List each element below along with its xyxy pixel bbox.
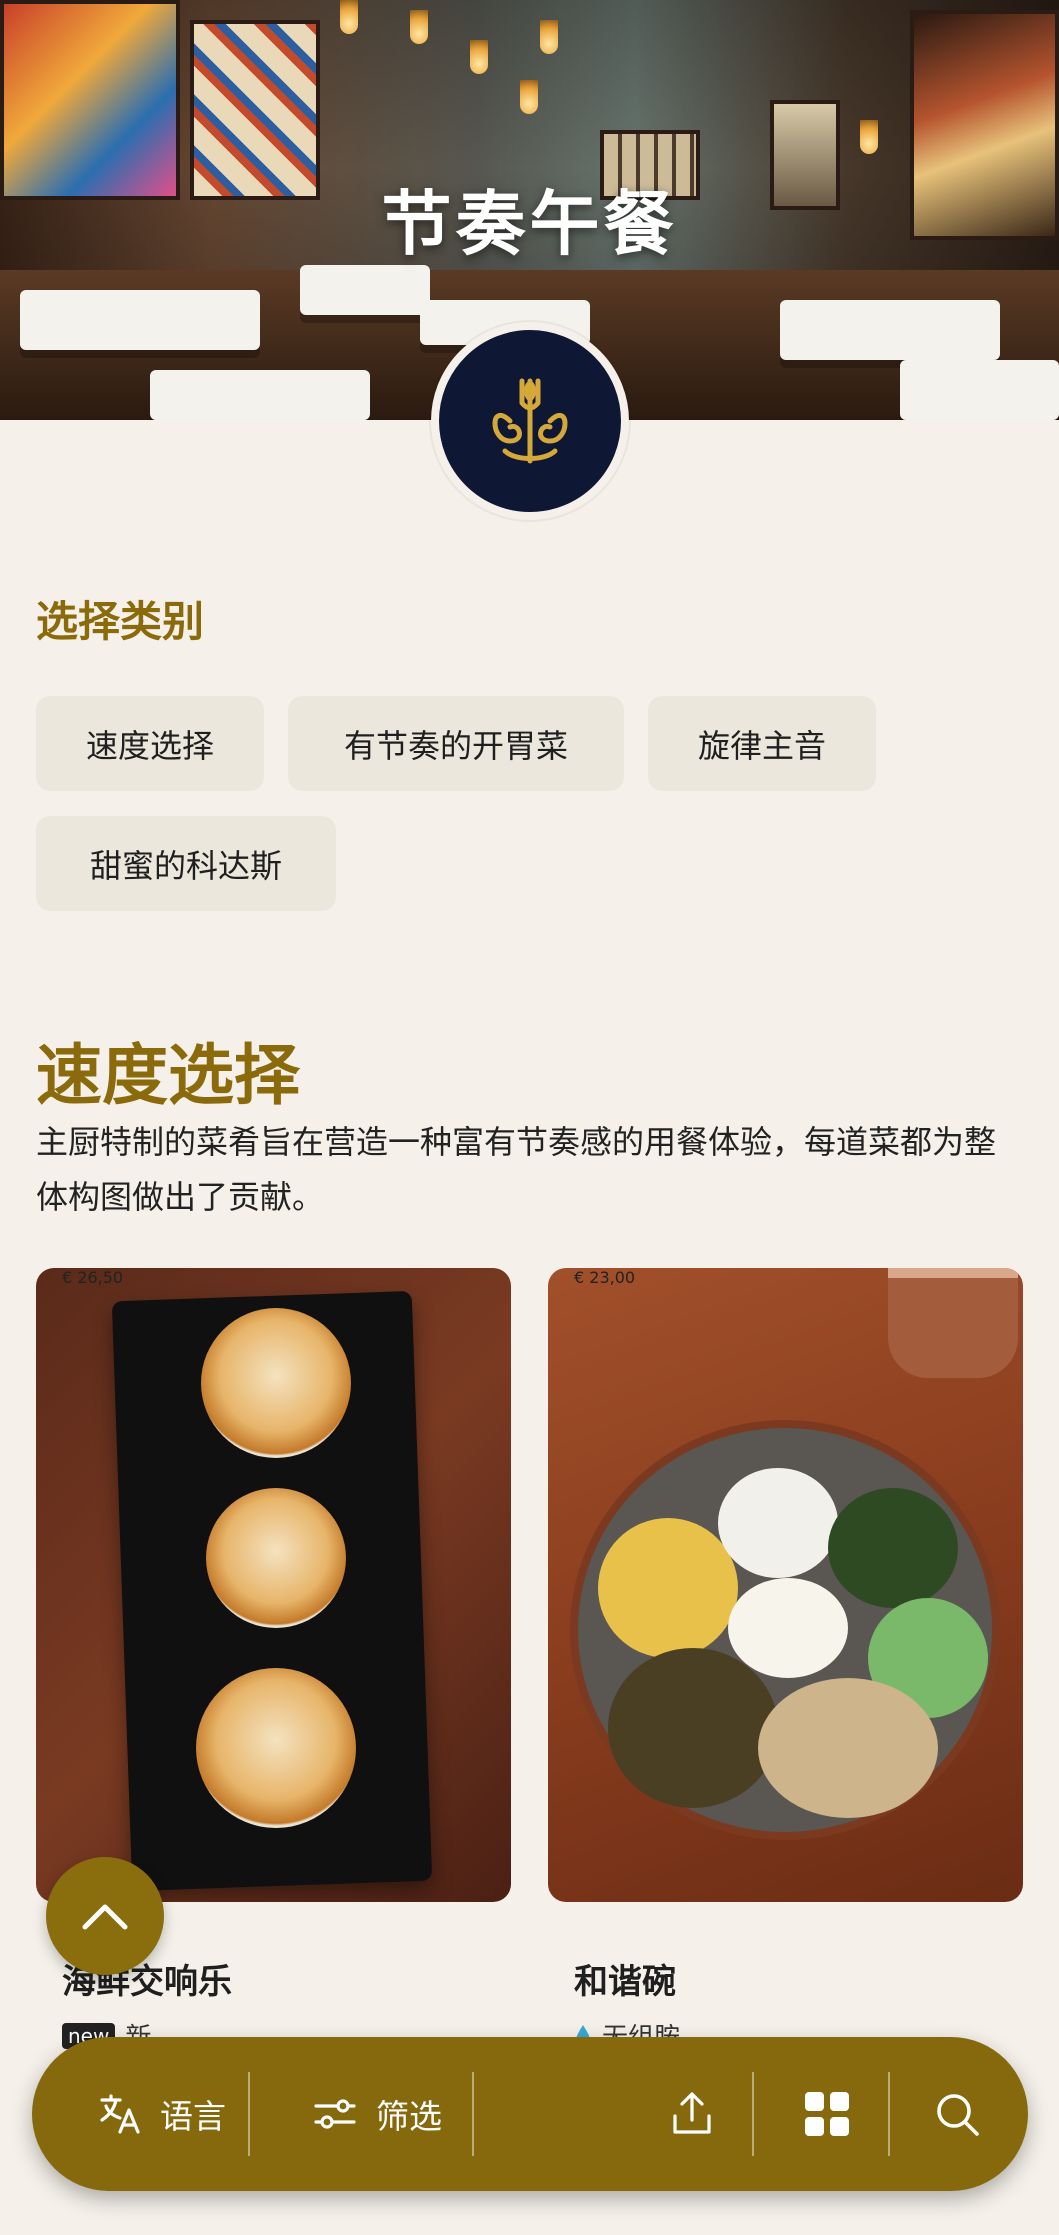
share-icon xyxy=(673,2092,711,2134)
bowl-ingredient xyxy=(828,1488,958,1608)
sliders-icon xyxy=(314,2099,356,2129)
bowl-ingredient xyxy=(718,1468,838,1578)
restaurant-table xyxy=(900,360,1059,420)
pendant-lamp xyxy=(410,10,428,44)
pendant-lamp xyxy=(340,0,358,34)
category-chip[interactable]: 甜蜜的科达斯 xyxy=(36,816,336,911)
filter-button[interactable]: 筛选 xyxy=(282,2037,472,2191)
dish-portion xyxy=(206,1488,346,1628)
bottom-toolbar: 语言 筛选 xyxy=(32,2037,1028,2191)
menu-page: 节奏午餐 选择类别 速度选择 有节奏的开胃菜 旋律主音 甜蜜的科达斯 速度选择 … xyxy=(0,0,1059,2235)
grid-icon xyxy=(805,2092,849,2136)
pendant-lamp xyxy=(860,120,878,154)
toolbar-divider xyxy=(248,2072,250,2156)
scroll-top-button[interactable] xyxy=(46,1857,164,1975)
section-title: 速度选择 xyxy=(36,1037,300,1114)
translate-icon xyxy=(100,2094,140,2134)
restaurant-table xyxy=(300,265,430,315)
dish-portion xyxy=(201,1308,351,1458)
language-label: 语言 xyxy=(160,2097,226,2136)
bowl-ingredient xyxy=(598,1518,738,1658)
bowl-ingredient xyxy=(728,1578,848,1678)
bowl-ingredient xyxy=(608,1648,778,1808)
chevron-up-icon xyxy=(82,1904,128,1930)
grid-view-button[interactable] xyxy=(772,2037,882,2191)
restaurant-table xyxy=(20,290,260,350)
category-chip[interactable]: 速度选择 xyxy=(36,696,264,791)
section-description: 主厨特制的菜肴旨在营造一种富有节奏感的用餐体验，每道菜都为整体构图做出了贡献。 xyxy=(36,1123,997,1216)
restaurant-table xyxy=(780,300,1000,360)
bowl xyxy=(570,1420,1000,1840)
toolbar-divider xyxy=(752,2072,754,2156)
restaurant-logo xyxy=(431,322,629,520)
toolbar-divider xyxy=(472,2072,474,2156)
pendant-lamp xyxy=(470,40,488,74)
category-chip[interactable]: 旋律主音 xyxy=(648,696,876,791)
pendant-lamp xyxy=(540,20,558,54)
item-price: € 26,50 xyxy=(62,1268,124,1287)
share-button[interactable] xyxy=(637,2037,747,2191)
language-button[interactable]: 语言 xyxy=(72,2037,252,2191)
dish-photo xyxy=(548,1268,1023,1902)
bowl-ingredient xyxy=(758,1678,938,1818)
search-button[interactable] xyxy=(902,2037,1012,2191)
menu-item-card[interactable]: 和谐碗 无组胺 xyxy=(548,1268,1023,2054)
fork-spoon-swirl-icon xyxy=(492,378,568,464)
dish-photo xyxy=(36,1268,511,1902)
restaurant-table xyxy=(150,370,370,420)
restaurant-title: 节奏午餐 xyxy=(381,183,678,265)
search-icon xyxy=(937,2094,979,2136)
item-name: 和谐碗 xyxy=(574,1962,676,2002)
toolbar-divider xyxy=(888,2072,890,2156)
dish-portion xyxy=(196,1668,356,1828)
filter-label: 筛选 xyxy=(376,2097,442,2136)
pendant-lamp xyxy=(520,80,538,114)
category-heading: 选择类别 xyxy=(36,597,205,646)
category-chip[interactable]: 有节奏的开胃菜 xyxy=(288,696,624,791)
item-price: € 23,00 xyxy=(574,1268,636,1287)
